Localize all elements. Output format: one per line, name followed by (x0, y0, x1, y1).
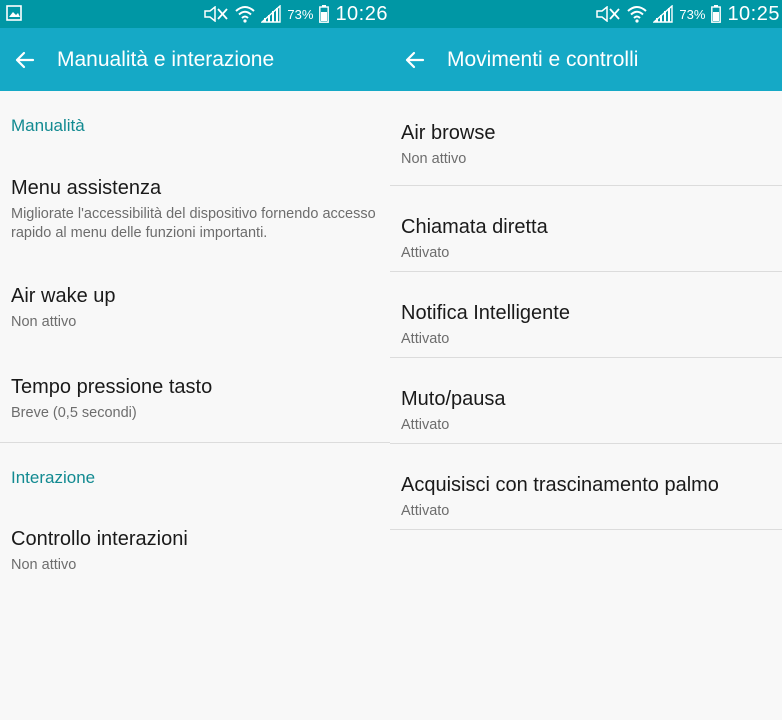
item-title: Muto/pausa (401, 388, 506, 410)
settings-item-controllo-interazioni[interactable]: Controllo interazioni Non attivo (0, 528, 390, 575)
wifi-icon (235, 5, 256, 23)
image-notification-icon (6, 5, 22, 26)
settings-item-acquisisci-palmo[interactable]: Acquisisci con trascinamento palmo Attiv… (390, 444, 782, 530)
item-subtitle: Attivato (401, 417, 450, 433)
item-title: Menu assistenza (11, 177, 162, 199)
item-subtitle: Attivato (401, 503, 450, 519)
settings-item-chiamata-diretta[interactable]: Chiamata diretta Attivato (390, 186, 782, 272)
settings-item-air-wake-up[interactable]: Air wake up Non attivo (0, 285, 390, 332)
battery-icon (711, 5, 722, 23)
status-bar: 73% 10:25 (390, 0, 782, 28)
settings-item-air-browse[interactable]: Air browse Non attivo (390, 99, 782, 186)
status-time: 10:25 (727, 2, 780, 25)
item-subtitle: Attivato (401, 331, 450, 347)
page-title: Movimenti e controlli (447, 47, 639, 71)
settings-item-muto-pausa[interactable]: Muto/pausa Attivato (390, 358, 782, 444)
item-subtitle: Non attivo (401, 151, 467, 167)
item-subtitle: Attivato (401, 245, 450, 261)
item-subtitle: Non attivo (11, 557, 77, 573)
status-bar: 73% 10:26 (0, 0, 390, 28)
battery-percent: 73% (287, 6, 314, 22)
mute-icon (595, 6, 621, 22)
page-title: Manualità e interazione (57, 47, 275, 71)
wifi-icon (627, 5, 648, 23)
item-title: Notifica Intelligente (401, 302, 570, 324)
signal-icon (261, 5, 282, 23)
right-screen: 73% 10:25 Movimenti e controlli Air brow… (390, 0, 782, 720)
item-title: Air browse (401, 122, 496, 144)
item-subtitle: Migliorate l'accessibilità del dispositi… (11, 206, 376, 241)
section-divider (0, 442, 390, 443)
settings-item-menu-assistenza[interactable]: Menu assistenza Migliorate l'accessibili… (0, 177, 390, 243)
battery-percent: 73% (679, 6, 706, 22)
status-time: 10:26 (335, 2, 388, 25)
back-arrow-icon[interactable] (13, 48, 37, 72)
item-subtitle: Non attivo (11, 314, 77, 330)
back-arrow-icon[interactable] (403, 48, 427, 72)
signal-icon (653, 5, 674, 23)
section-header-manualita: Manualità (11, 116, 85, 135)
settings-item-notifica-intelligente[interactable]: Notifica Intelligente Attivato (390, 272, 782, 358)
item-title: Acquisisci con trascinamento palmo (401, 474, 719, 496)
app-bar: Movimenti e controlli (390, 28, 782, 91)
settings-item-tempo-pressione-tasto[interactable]: Tempo pressione tasto Breve (0,5 secondi… (0, 376, 390, 423)
item-subtitle: Breve (0,5 secondi) (11, 405, 137, 421)
battery-icon (319, 5, 330, 23)
item-title: Controllo interazioni (11, 528, 188, 550)
item-title: Air wake up (11, 285, 116, 307)
left-screen: 73% 10:26 Manualità e interazione Manual… (0, 0, 390, 720)
app-bar: Manualità e interazione (0, 28, 390, 91)
section-header-interazione: Interazione (11, 468, 96, 487)
mute-icon (203, 6, 229, 22)
item-title: Chiamata diretta (401, 216, 548, 238)
item-title: Tempo pressione tasto (11, 376, 213, 398)
